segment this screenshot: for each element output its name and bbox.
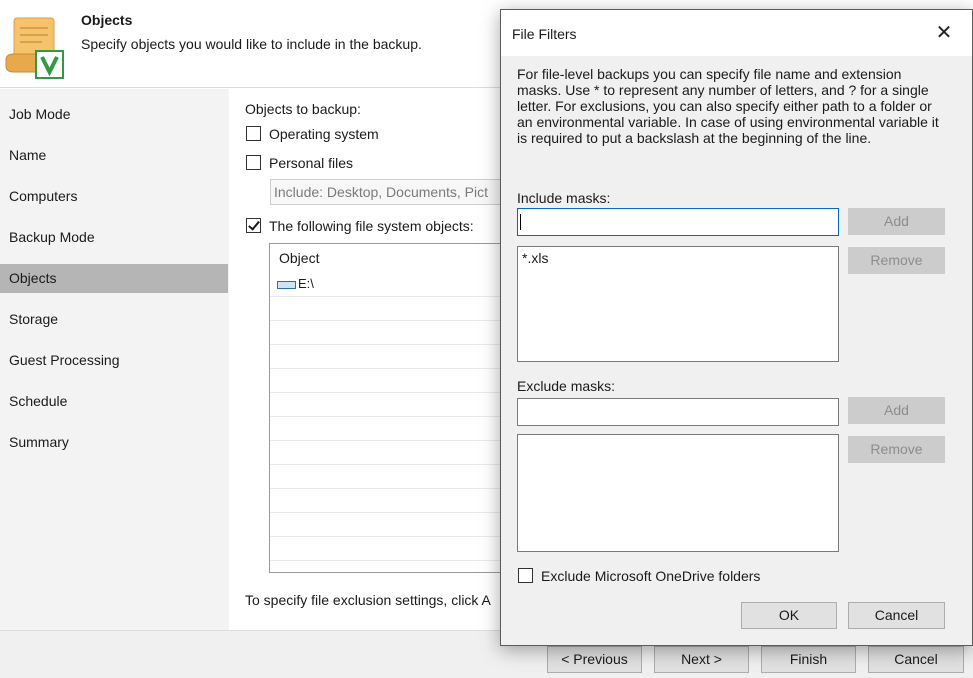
file-system-objects-checkbox[interactable]: [246, 218, 261, 233]
table-row: [270, 417, 508, 441]
nav-item-schedule[interactable]: Schedule: [0, 387, 228, 416]
previous-button[interactable]: < Previous: [547, 646, 642, 673]
nav-item-name[interactable]: Name: [0, 141, 228, 170]
nav-item-storage[interactable]: Storage: [0, 305, 228, 334]
include-masks-label: Include masks:: [517, 190, 611, 206]
nav-item-computers[interactable]: Computers: [0, 182, 228, 211]
nav-item-guest-processing[interactable]: Guest Processing: [0, 346, 228, 375]
finish-button[interactable]: Finish: [761, 646, 856, 673]
list-item[interactable]: *.xls: [522, 250, 548, 266]
object-column-header: Object: [279, 250, 320, 266]
wizard-cancel-button[interactable]: Cancel: [868, 646, 964, 673]
exclude-mask-input[interactable]: [517, 398, 839, 426]
table-row: [270, 489, 508, 513]
exclude-onedrive-checkbox[interactable]: [518, 568, 533, 583]
exclusion-hint-text: To specify file exclusion settings, clic…: [245, 592, 491, 608]
table-row: [270, 345, 508, 369]
table-row: [270, 513, 508, 537]
personal-files-include-field: Include: Desktop, Documents, Pict: [270, 179, 510, 205]
table-row: [270, 297, 508, 321]
drive-icon: [277, 281, 296, 289]
nav-item-objects[interactable]: Objects: [0, 264, 228, 293]
table-row: [270, 441, 508, 465]
nav-item-job-mode[interactable]: Job Mode: [0, 100, 228, 129]
dialog-cancel-button[interactable]: Cancel: [848, 602, 945, 629]
personal-files-label: Personal files: [269, 155, 354, 171]
dialog-description: For file-level backups you can specify f…: [517, 66, 939, 146]
operating-system-label: Operating system: [269, 126, 379, 142]
exclude-remove-button[interactable]: Remove: [848, 436, 945, 463]
table-row[interactable]: E:\: [270, 273, 508, 297]
include-masks-list[interactable]: *.xls: [517, 246, 839, 362]
dialog-titlebar: File Filters ✕: [501, 10, 972, 56]
exclude-onedrive-label: Exclude Microsoft OneDrive folders: [541, 568, 761, 584]
text-caret: [520, 214, 521, 230]
object-path: E:\: [298, 276, 314, 291]
file-filters-dialog: File Filters ✕ For file-level backups yo…: [500, 9, 973, 646]
next-button[interactable]: Next >: [654, 646, 749, 673]
table-row: [270, 369, 508, 393]
personal-files-checkbox[interactable]: [246, 155, 261, 170]
include-add-button[interactable]: Add: [848, 208, 945, 235]
nav-item-summary[interactable]: Summary: [0, 428, 228, 457]
include-remove-button[interactable]: Remove: [848, 247, 945, 274]
wizard-steps-sidebar: Job Mode Name Computers Backup Mode Obje…: [0, 89, 229, 630]
page-subtitle: Specify objects you would like to includ…: [81, 36, 422, 52]
operating-system-checkbox[interactable]: [246, 126, 261, 141]
exclude-masks-label: Exclude masks:: [517, 378, 616, 394]
table-row: [270, 321, 508, 345]
page-title: Objects: [81, 12, 133, 28]
file-system-objects-label: The following file system objects:: [269, 218, 474, 234]
table-row: [270, 537, 508, 561]
exclude-masks-list[interactable]: [517, 434, 839, 552]
include-mask-input[interactable]: [517, 208, 839, 236]
nav-item-backup-mode[interactable]: Backup Mode: [0, 223, 228, 252]
table-row: [270, 465, 508, 489]
close-icon[interactable]: ✕: [929, 18, 959, 48]
dialog-title: File Filters: [512, 26, 577, 42]
objects-to-backup-label: Objects to backup:: [245, 101, 361, 117]
table-row: [270, 393, 508, 417]
objects-table[interactable]: Object E:\: [269, 243, 509, 573]
scroll-checkmark-icon: [5, 17, 64, 79]
exclude-add-button[interactable]: Add: [848, 397, 945, 424]
ok-button[interactable]: OK: [741, 602, 837, 629]
